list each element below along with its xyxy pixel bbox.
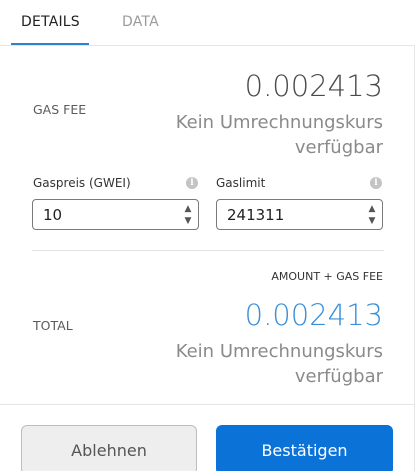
chevron-up-icon[interactable]: ▲ xyxy=(365,203,379,215)
gas-price-input[interactable]: 10 ▲ ▼ xyxy=(32,199,199,230)
total-fiat: Kein Umrechnungskurs verfügbar xyxy=(175,341,383,387)
gas-limit-input[interactable]: 241311 ▲ ▼ xyxy=(216,199,383,230)
chevron-down-icon[interactable]: ▼ xyxy=(365,215,379,227)
amount-gas-fee-heading: AMOUNT + GAS FEE xyxy=(271,270,383,283)
chevron-down-icon[interactable]: ▼ xyxy=(181,215,195,227)
footer-divider xyxy=(0,404,415,405)
gas-price-stepper[interactable]: ▲ ▼ xyxy=(181,203,195,227)
total-value: 0.002413 xyxy=(244,298,383,332)
gas-fee-label: GAS FEE xyxy=(33,102,87,117)
tab-bar: DETAILS DATA xyxy=(0,0,415,46)
gas-limit-value[interactable]: 241311 xyxy=(227,206,284,224)
gas-limit-label: Gaslimit xyxy=(216,176,266,190)
chevron-up-icon[interactable]: ▲ xyxy=(181,203,195,215)
gas-price-label: Gaspreis (GWEI) xyxy=(33,176,131,190)
confirm-button[interactable]: Bestätigen xyxy=(216,425,393,471)
active-tab-indicator xyxy=(11,43,89,45)
info-icon[interactable]: i xyxy=(186,177,198,189)
gas-fee-fiat: Kein Umrechnungskurs verfügbar xyxy=(175,112,383,158)
gas-fee-value: 0.002413 xyxy=(244,69,383,103)
gas-limit-stepper[interactable]: ▲ ▼ xyxy=(365,203,379,227)
info-icon[interactable]: i xyxy=(370,177,382,189)
total-label: TOTAL xyxy=(33,318,73,333)
divider xyxy=(32,250,384,251)
reject-button[interactable]: Ablehnen xyxy=(21,425,197,471)
gas-price-value[interactable]: 10 xyxy=(43,206,62,224)
tab-details[interactable]: DETAILS xyxy=(21,14,80,30)
tab-data[interactable]: DATA xyxy=(122,14,159,30)
